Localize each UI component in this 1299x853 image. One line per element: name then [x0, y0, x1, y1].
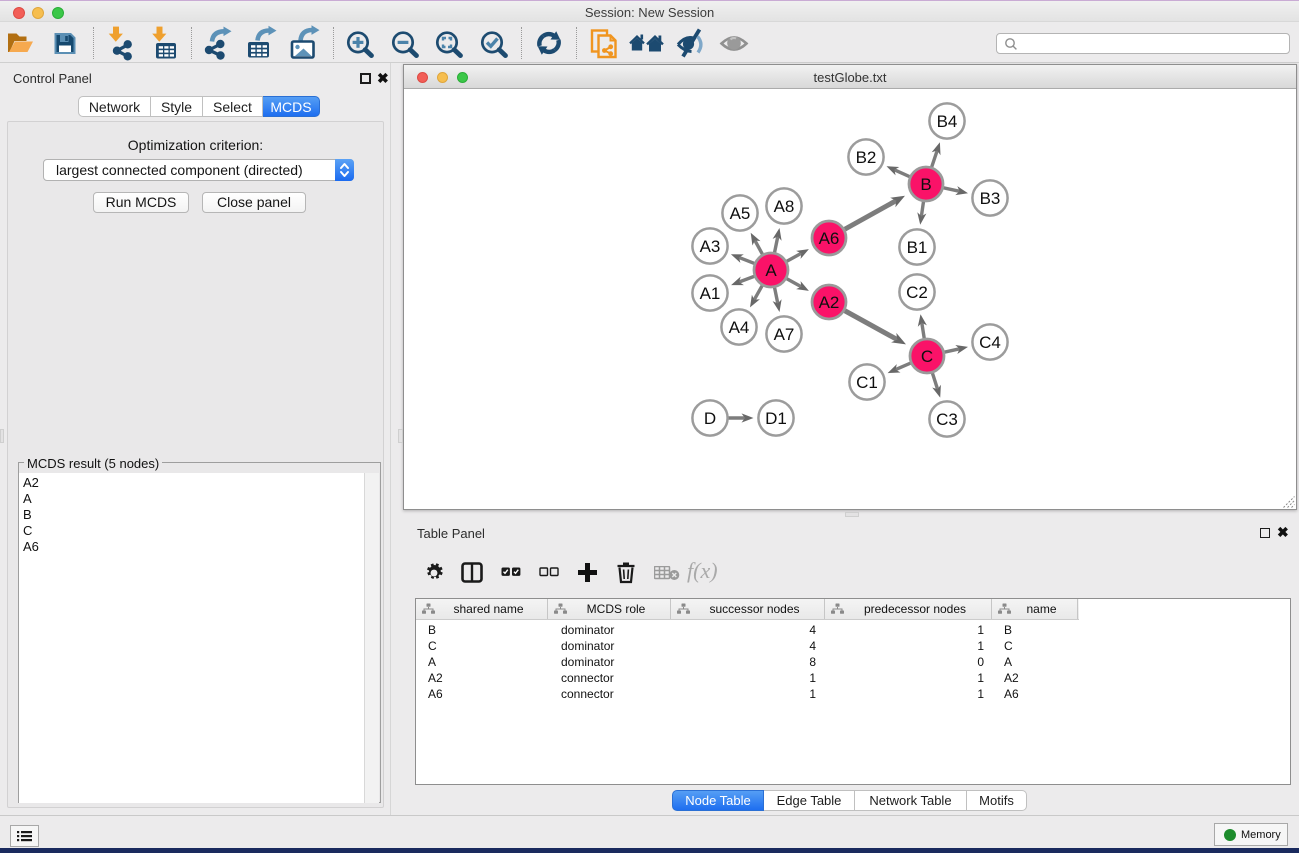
svg-text:A5: A5 [730, 204, 751, 223]
svg-text:C1: C1 [856, 373, 878, 392]
svg-text:B: B [920, 175, 931, 194]
svg-text:D1: D1 [765, 409, 787, 428]
svg-text:C3: C3 [936, 410, 958, 429]
svg-text:A3: A3 [700, 237, 721, 256]
svg-text:A8: A8 [774, 197, 795, 216]
svg-text:A6: A6 [819, 229, 840, 248]
svg-text:C4: C4 [979, 333, 1001, 352]
svg-text:A1: A1 [700, 284, 721, 303]
svg-text:B4: B4 [937, 112, 958, 131]
svg-text:B3: B3 [980, 189, 1001, 208]
svg-text:A: A [765, 261, 777, 280]
svg-text:A2: A2 [819, 293, 840, 312]
svg-text:A4: A4 [729, 318, 750, 337]
svg-text:B2: B2 [856, 148, 877, 167]
svg-text:A7: A7 [774, 325, 795, 344]
svg-text:B1: B1 [907, 238, 928, 257]
svg-text:D: D [704, 409, 716, 428]
svg-text:C: C [921, 347, 933, 366]
svg-text:C2: C2 [906, 283, 928, 302]
